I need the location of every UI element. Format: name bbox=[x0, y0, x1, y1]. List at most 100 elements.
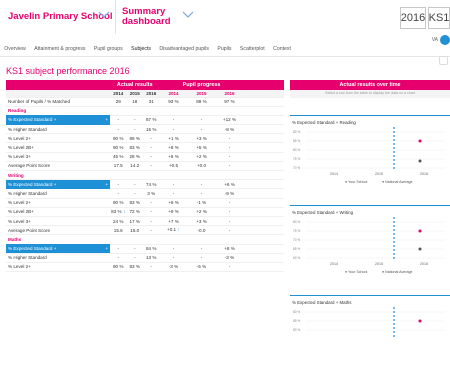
table-row[interactable]: Average Point Score 17.5 14.2 - +0.5 +0.0 - bbox=[6, 162, 284, 171]
tab-pupils[interactable]: Pupils bbox=[213, 43, 236, 57]
row-label: % Expected Standard + + bbox=[6, 244, 110, 254]
table-cell: - bbox=[200, 190, 203, 196]
table-cell: 14.2 bbox=[130, 163, 140, 169]
tab-attainment-progress[interactable]: Attainment & progress bbox=[30, 43, 90, 57]
year-col: 2014 bbox=[113, 90, 124, 96]
year-selector[interactable]: 2016 bbox=[400, 7, 426, 29]
table-cell: - bbox=[117, 246, 120, 252]
up-arrow-icon: ↑ bbox=[176, 227, 180, 234]
row-label: % Higher Standard bbox=[8, 126, 47, 132]
table-cell: - bbox=[172, 246, 175, 252]
chart-title: % Expected Standard + Writing bbox=[292, 210, 354, 215]
tab-pupil-groups[interactable]: Pupil groups bbox=[90, 43, 127, 57]
tab-context[interactable]: Context bbox=[269, 43, 295, 57]
table-cell: - bbox=[117, 255, 120, 261]
table-cell: 90 % bbox=[113, 145, 124, 151]
table-cell: 74 % bbox=[146, 181, 157, 187]
table-row[interactable]: % Level 3+ 45 % 28 % - +6 % +2 % - bbox=[6, 153, 284, 162]
school-name: Javelin Primary School bbox=[8, 11, 113, 22]
table-cell: +12 % bbox=[222, 117, 237, 123]
tab-overview[interactable]: Overview bbox=[0, 43, 30, 57]
tab-scatterplot[interactable]: Scatterplot bbox=[236, 43, 269, 57]
table-cell: - bbox=[150, 264, 153, 270]
year-col: 2015 bbox=[129, 90, 140, 96]
row-label: % Level 3+ bbox=[8, 154, 31, 160]
table-row[interactable]: % Higher Standard - - 13 % - - -3 % bbox=[6, 254, 284, 263]
stage-selector[interactable]: KS1 bbox=[428, 7, 450, 29]
chart-plot: 80 %85 %80 % bbox=[293, 307, 445, 337]
page-title: KS1 subject performance 2016 bbox=[6, 66, 130, 76]
table-row[interactable]: % Level 2B+ 90 % 83 % - +8 % +5 % - bbox=[6, 143, 284, 153]
table-cell: - bbox=[172, 255, 175, 261]
up-arrow-icon: ↑ bbox=[121, 208, 126, 215]
table-row[interactable]: % Level 2+ 90 % 83 % - -3 % -5 % - bbox=[6, 263, 284, 273]
table-cell: - bbox=[117, 126, 120, 132]
filter-icon[interactable] bbox=[439, 56, 448, 65]
table-row[interactable]: % Level 2+ 90 % 89 % - +1 % +3 % - bbox=[6, 134, 284, 144]
row-label: % Higher Standard bbox=[8, 190, 47, 196]
school-point[interactable] bbox=[418, 229, 422, 233]
table-row[interactable]: % Expected Standard + + - - 84 % - - +8 % bbox=[6, 244, 284, 254]
table-cell: 13 % bbox=[146, 255, 157, 261]
chart-plot: 80 % 85 % 80 % 75 % 70 % 2014 2015 2016 ● Your S… bbox=[293, 127, 445, 184]
table-cell: - bbox=[150, 163, 153, 169]
row-label: % Level 2B+ bbox=[8, 145, 34, 151]
national-point[interactable] bbox=[418, 159, 422, 163]
chart-plot: 80 % 75 % 70 % 65 % 60 % 2014 2015 2016 ● Your S… bbox=[293, 217, 445, 274]
table-row[interactable]: % Higher Standard - - 3 % - - -9 % bbox=[6, 189, 284, 199]
table-row[interactable]: % Expected Standard + + - - 87 % - - +12 % bbox=[6, 115, 284, 126]
table-cell: - bbox=[133, 181, 136, 187]
table-row[interactable]: % Higher Standard - - 16 % - - -8 % bbox=[6, 125, 284, 135]
va-toggle[interactable] bbox=[440, 35, 450, 45]
tab-disadvantaged-pupils[interactable]: Disadvantaged pupils bbox=[155, 43, 213, 57]
national-point[interactable] bbox=[418, 247, 422, 251]
table-cell: - bbox=[228, 163, 231, 169]
table-cell: - bbox=[172, 117, 175, 123]
y-tick-label: 85 % bbox=[293, 139, 300, 143]
school-selector[interactable]: Javelin Primary School bbox=[0, 0, 116, 34]
table-cell: +0.5 bbox=[168, 163, 179, 169]
x-tick-label: 2016 bbox=[420, 172, 428, 176]
table-cell: - bbox=[228, 209, 231, 215]
table-cell: - bbox=[172, 181, 175, 187]
table-row[interactable]: % Level 2+ 90 % 83 % - +6 % -1 % - bbox=[6, 199, 284, 208]
table-row[interactable]: % Level 3+ 24 % 17 % - +7 % +3 % - bbox=[6, 217, 284, 227]
results-table: Actual results Pupil progress 2014 2015 … bbox=[6, 80, 284, 273]
table-cell: 83 % bbox=[129, 264, 140, 270]
row-label: % Level 2+ bbox=[8, 200, 31, 206]
table-cell: 89 % bbox=[129, 135, 140, 141]
table-cell: - bbox=[200, 117, 203, 123]
table-cell: -1 % bbox=[196, 200, 207, 206]
table-cell: +8 % bbox=[224, 246, 235, 252]
dashboard-selector[interactable]: Summary dashboard bbox=[122, 0, 232, 34]
table-row[interactable]: % Level 2B+ 83 % ↑ 72 % - +9 % +2 % - bbox=[6, 208, 284, 217]
x-tick-label: 2015 bbox=[375, 172, 383, 176]
row-label: % Level 2B+ bbox=[8, 209, 34, 215]
table-cell: 72 % bbox=[129, 209, 140, 215]
row-label: % Higher Standard bbox=[8, 255, 47, 261]
school-point[interactable] bbox=[418, 139, 422, 143]
row-label: % Expected Standard + + bbox=[6, 179, 110, 189]
y-tick-label: 75 % bbox=[293, 229, 300, 233]
table-cell: - bbox=[117, 181, 120, 187]
chevron-down-icon bbox=[98, 11, 110, 18]
table-cell: 83 % bbox=[129, 200, 140, 206]
over-time-hint: Select a row from the table to display t… bbox=[290, 90, 450, 98]
trend-chart: % Expected Standard + Maths 80 % 85 % 80 % bbox=[290, 295, 450, 368]
year-col: 2015 bbox=[196, 90, 207, 96]
table-cell: 83 % bbox=[129, 145, 140, 151]
table-cell: 45 % bbox=[113, 154, 124, 160]
table-cell: -3 % bbox=[168, 264, 179, 270]
table-cell: - bbox=[200, 246, 203, 252]
section-title: Reading bbox=[8, 108, 27, 114]
x-tick-label: 2014 bbox=[330, 172, 338, 176]
table-row[interactable]: Average Point Score 15.6 15.0 - +0.1 ↑ -0.0 - bbox=[6, 226, 284, 236]
tab-subjects[interactable]: Subjects bbox=[126, 43, 156, 57]
table-cell: +3 % bbox=[196, 218, 207, 224]
table-cell: - bbox=[117, 190, 120, 196]
table-row[interactable]: % Expected Standard + + - - 74 % - - +6 % bbox=[6, 179, 284, 190]
table-cell: 17.5 bbox=[113, 163, 123, 169]
actual-results-header: Actual results bbox=[116, 82, 153, 88]
year-col: 2016 bbox=[224, 90, 235, 96]
x-tick-label: 2016 bbox=[420, 262, 428, 266]
